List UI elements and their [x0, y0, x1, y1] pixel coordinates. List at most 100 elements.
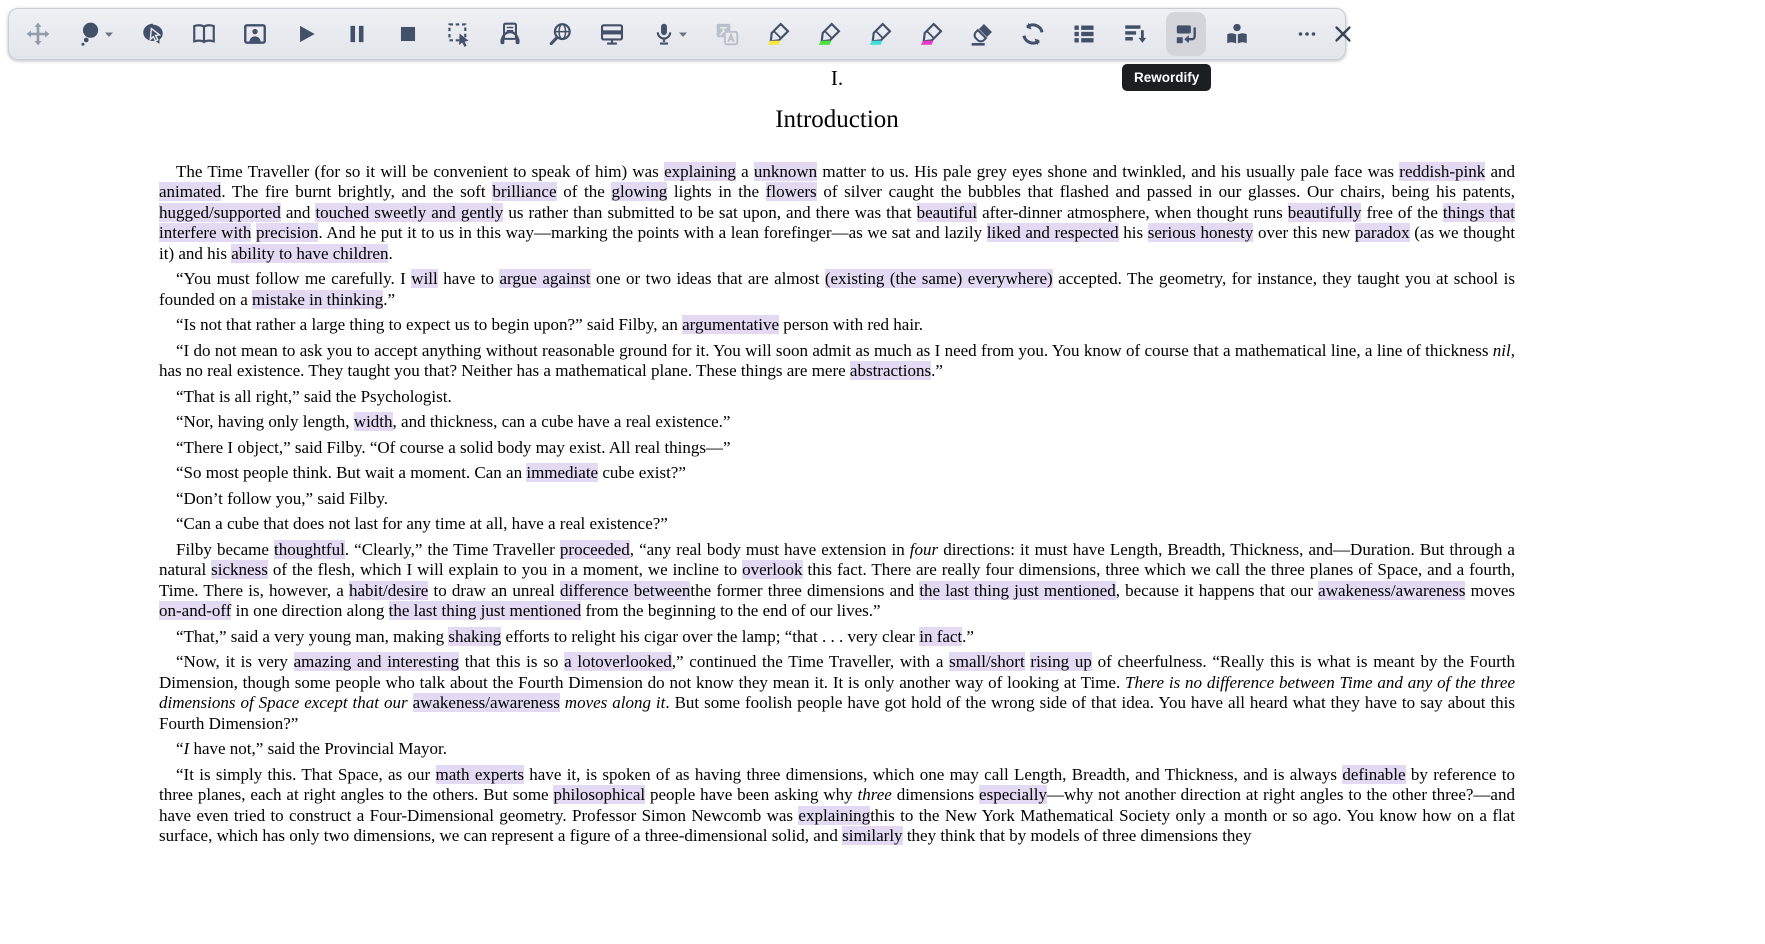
rewordified-term[interactable]: glowing: [611, 182, 667, 201]
web-search-button[interactable]: [541, 12, 581, 56]
rewordified-term[interactable]: in fact: [919, 627, 962, 646]
rewordified-term[interactable]: unknown: [754, 162, 817, 181]
play-button[interactable]: [286, 12, 326, 56]
stop-button[interactable]: [388, 12, 428, 56]
clear-highlights-button[interactable]: [962, 12, 1002, 56]
rewordified-term[interactable]: amazing and interesting: [294, 652, 459, 671]
chapter-number: I.: [159, 67, 1515, 90]
rewordified-term[interactable]: proceeded: [560, 540, 630, 559]
paragraph: “Can a cube that does not last for any t…: [159, 514, 1515, 535]
rewordified-term[interactable]: thoughtful: [274, 540, 345, 559]
translator-icon: [714, 21, 740, 47]
rewordified-term[interactable]: especially: [979, 785, 1047, 804]
italic-text: I: [184, 739, 190, 758]
paragraph: “There I object,” said Filby. “Of course…: [159, 438, 1515, 459]
hover-speech-button[interactable]: [69, 12, 122, 56]
paragraph: Filby became thoughtful. “Clearly,” the …: [159, 540, 1515, 622]
rewordified-term[interactable]: brilliance: [492, 182, 556, 201]
rewordified-term[interactable]: serious honesty: [1148, 223, 1254, 242]
close-toolbar-button[interactable]: [1326, 12, 1360, 56]
rewordified-term[interactable]: shaking: [448, 627, 501, 646]
dictation-button[interactable]: [643, 12, 696, 56]
rewordified-term[interactable]: immediate: [526, 463, 598, 482]
speech-balloon-icon: [77, 21, 103, 47]
paragraph: “It is simply this. That Space, as our m…: [159, 765, 1515, 847]
rewordified-term[interactable]: beautifully: [1288, 203, 1362, 222]
collect-highlights-button[interactable]: [1013, 12, 1053, 56]
vocabulary-list-button[interactable]: [1064, 12, 1104, 56]
play-icon: [293, 21, 319, 47]
rewordified-term[interactable]: paradox: [1355, 223, 1410, 242]
paragraph: “I have not,” said the Provincial Mayor.: [159, 739, 1515, 760]
rewordified-term[interactable]: the last thing just mentioned: [389, 601, 582, 620]
rewordified-term[interactable]: mistake in thinking: [252, 290, 383, 309]
rewordified-term[interactable]: a lotoverlooked: [564, 652, 672, 671]
highlighter-magenta-button[interactable]: [911, 12, 951, 56]
tooltip-rewordify: Rewordify: [1122, 64, 1211, 91]
document: I. Introduction The Time Traveller (for …: [159, 0, 1515, 852]
rewordified-term[interactable]: definable: [1342, 765, 1405, 784]
rewordified-term[interactable]: flowers: [766, 182, 817, 201]
italic-text: nil: [1493, 341, 1511, 360]
screenshot-reader-button[interactable]: [439, 12, 479, 56]
rewordified-term[interactable]: (existing (the same) everywhere): [825, 269, 1053, 288]
simplify-page-button[interactable]: [1115, 12, 1155, 56]
highlighter-cyan-button[interactable]: [860, 12, 900, 56]
dropdown-caret-icon: [678, 30, 688, 39]
rewordified-term[interactable]: touched sweetly and gently: [315, 203, 503, 222]
microphone-icon: [651, 21, 677, 47]
stop-icon: [395, 21, 421, 47]
rewordified-term[interactable]: reddish-pink: [1399, 162, 1485, 181]
rewordified-term[interactable]: will: [411, 269, 437, 288]
paragraph: “That,” said a very young man, making sh…: [159, 627, 1515, 648]
translator-button: [707, 12, 747, 56]
rewordified-term[interactable]: similarly: [842, 826, 902, 845]
italic-text: moves along it: [565, 693, 666, 712]
rewordified-term[interactable]: argumentative: [682, 315, 779, 334]
screen-mask-button[interactable]: [592, 12, 632, 56]
pause-button[interactable]: [337, 12, 377, 56]
paragraph: The Time Traveller (for so it will be co…: [159, 162, 1515, 265]
click-to-speak-icon: [140, 21, 166, 47]
rewordified-term[interactable]: abstractions: [850, 361, 931, 380]
rewordify-button[interactable]: [1166, 12, 1206, 56]
rewordified-term[interactable]: explaining: [798, 806, 870, 825]
rewordified-term[interactable]: precision: [256, 223, 318, 242]
rewordified-term[interactable]: habit/desire: [349, 581, 428, 600]
more-options-button[interactable]: [1290, 12, 1324, 56]
rewordified-term[interactable]: argue against: [499, 269, 590, 288]
paragraph: “You must follow me carefully. I will ha…: [159, 269, 1515, 310]
audio-maker-button[interactable]: [490, 12, 530, 56]
rewordified-term[interactable]: on-and-off: [159, 601, 231, 620]
italic-text: four: [910, 540, 938, 559]
click-to-speak-button[interactable]: [133, 12, 173, 56]
highlighter-yellow-button[interactable]: [758, 12, 798, 56]
rewordified-term[interactable]: overlook: [742, 560, 802, 579]
toolbar: [8, 8, 1346, 60]
rewordified-term[interactable]: awakeness/awareness: [1318, 581, 1465, 600]
rewordified-term[interactable]: explaining: [664, 162, 736, 181]
picture-dictionary-button[interactable]: [235, 12, 275, 56]
dictionary-button[interactable]: [184, 12, 224, 56]
rewordified-term[interactable]: liked and respected: [987, 223, 1119, 242]
practice-reading-aloud-button[interactable]: [1217, 12, 1257, 56]
rewordified-term[interactable]: the last thing just mentioned: [919, 581, 1115, 600]
rewordified-term[interactable]: math experts: [436, 765, 524, 784]
rewordified-term[interactable]: sickness: [211, 560, 268, 579]
rewordified-term[interactable]: ability to have children: [231, 244, 388, 263]
rewordified-term[interactable]: beautiful: [917, 203, 977, 222]
rewordified-term[interactable]: awakeness/awareness: [413, 693, 560, 712]
rewordified-term[interactable]: philosophical: [553, 785, 645, 804]
paragraph: “Nor, having only length, width, and thi…: [159, 412, 1515, 433]
rewordified-term[interactable]: animated: [159, 182, 221, 201]
close-icon: [1331, 22, 1355, 46]
rewordified-term[interactable]: difference between: [560, 581, 690, 600]
rewordified-term[interactable]: hugged/supported: [159, 203, 281, 222]
simplify-page-icon: [1122, 21, 1148, 47]
rewordified-term[interactable]: width: [354, 412, 393, 431]
rewordified-term[interactable]: rising up: [1030, 652, 1091, 671]
highlighter-green-button[interactable]: [809, 12, 849, 56]
chapter-title: Introduction: [159, 106, 1515, 134]
rewordified-term[interactable]: small/short: [949, 652, 1025, 671]
move-toolbar-button[interactable]: [18, 12, 58, 56]
